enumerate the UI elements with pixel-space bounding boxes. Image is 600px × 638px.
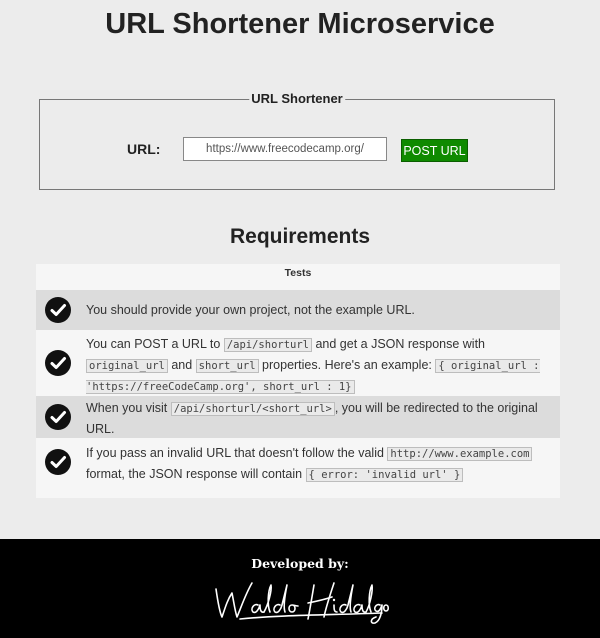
test-text: When you visit /api/shorturl/<short_url>…	[86, 398, 554, 439]
test-text-part: properties. Here's an example:	[258, 358, 436, 372]
test-row: When you visit /api/shorturl/<short_url>…	[36, 396, 560, 438]
test-text-part: and get a JSON response with	[312, 337, 486, 351]
check-circle-icon	[45, 404, 71, 430]
test-text-part: format, the JSON response will contain	[86, 467, 306, 481]
test-text: If you pass an invalid URL that doesn't …	[86, 443, 554, 485]
test-text-part: You can POST a URL to	[86, 337, 224, 351]
footer: Developed by:	[0, 539, 600, 638]
code-snippet: original_url	[86, 359, 168, 373]
test-text: You should provide your own project, not…	[86, 300, 554, 320]
test-text-part: When you visit	[86, 401, 171, 415]
code-snippet: /api/shorturl	[223, 338, 312, 352]
code-snippet: /api/shorturl/<short_url>	[170, 402, 335, 416]
post-url-button[interactable]: POST URL	[401, 139, 468, 162]
page-title: URL Shortener Microservice	[105, 8, 495, 40]
developed-by-label: Developed by:	[251, 556, 349, 571]
code-snippet: short_url	[195, 359, 259, 373]
check-circle-icon	[45, 350, 71, 376]
requirements-title: Requirements	[229, 225, 371, 248]
url-input[interactable]	[183, 137, 387, 161]
test-row: You should provide your own project, not…	[36, 290, 560, 330]
check-circle-icon	[45, 449, 71, 475]
form-legend: URL Shortener	[249, 91, 345, 106]
url-form: URL Shortener URL: POST URL	[39, 91, 555, 190]
test-row: If you pass an invalid URL that doesn't …	[36, 440, 560, 484]
tests-header: Tests	[284, 267, 312, 279]
code-snippet: { error: 'invalid url' }	[305, 468, 464, 482]
test-text: You can POST a URL to /api/shorturl and …	[86, 334, 554, 397]
check-circle-icon	[45, 297, 71, 323]
tests-table: Tests You should provide your own projec…	[36, 264, 560, 498]
test-text-part: You should provide your own project, not…	[86, 303, 415, 317]
signature-image	[215, 582, 390, 624]
test-text-part: If you pass an invalid URL that doesn't …	[86, 446, 388, 460]
test-row: You can POST a URL to /api/shorturl and …	[36, 332, 560, 394]
url-label: URL:	[127, 141, 161, 157]
code-snippet: http://www.example.com	[387, 447, 533, 461]
test-text-part: and	[167, 358, 196, 372]
